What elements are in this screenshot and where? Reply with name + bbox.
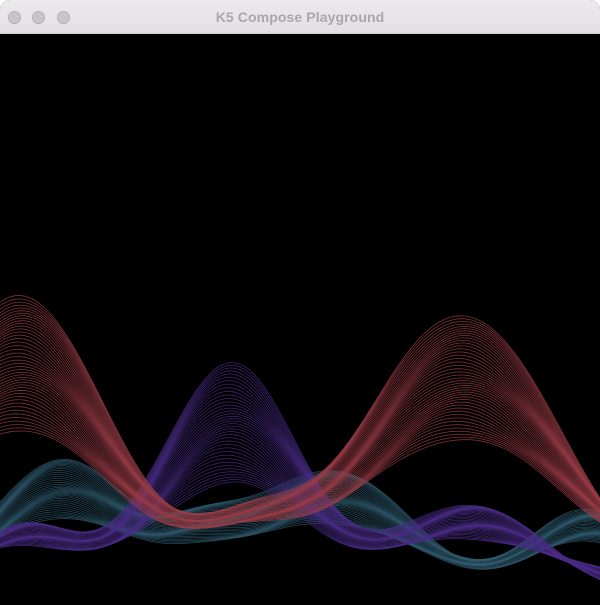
app-window: K5 Compose Playground	[0, 0, 600, 605]
drawing-canvas	[0, 34, 600, 605]
title-bar[interactable]: K5 Compose Playground	[0, 0, 600, 34]
window-title: K5 Compose Playground	[215, 9, 385, 25]
wave-artwork	[0, 34, 600, 605]
